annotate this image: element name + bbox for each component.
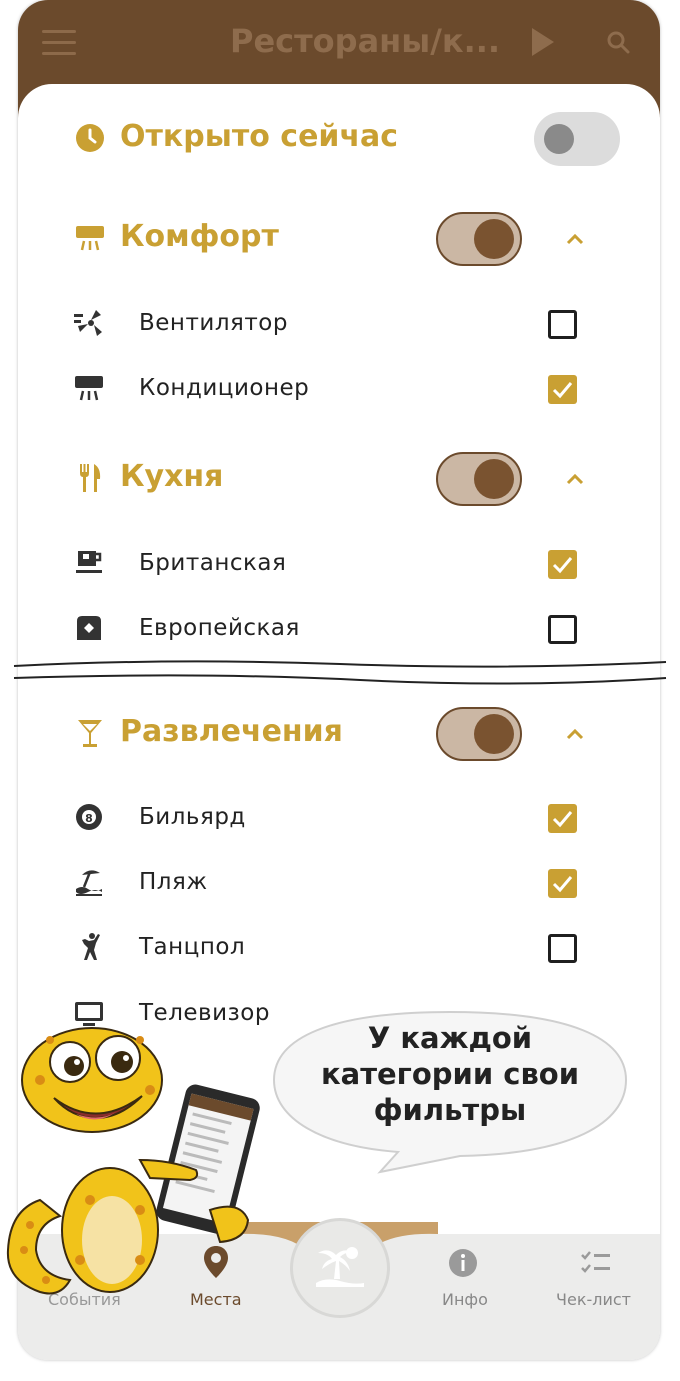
filter-item[interactable]: Кондиционер — [18, 371, 660, 411]
fan-icon — [74, 308, 104, 338]
item-label: Бильярд — [139, 804, 246, 830]
section-entertainment-label: Развлечения — [120, 714, 343, 749]
beach-icon — [74, 867, 104, 897]
search-icon[interactable] — [606, 30, 630, 54]
cocktail-icon — [74, 717, 106, 749]
info-icon[interactable] — [448, 1248, 478, 1278]
open-now-label: Открыто сейчас — [120, 119, 399, 154]
menu-icon[interactable] — [42, 30, 76, 56]
filter-item[interactable]: 8 Бильярд — [18, 800, 660, 840]
item-label: Танцпол — [139, 934, 246, 960]
filter-item[interactable]: Европейская — [18, 611, 660, 651]
checklist-icon[interactable] — [580, 1250, 612, 1276]
callout-text: У каждой категории свои фильтры — [300, 1020, 600, 1128]
callout-line: категории свои — [320, 1057, 580, 1091]
checkbox-unchecked[interactable] — [548, 934, 577, 963]
chevron-up-icon[interactable] — [564, 723, 586, 745]
item-label: Европейская — [139, 615, 300, 641]
torn-edge-divider — [13, 660, 667, 685]
open-now-toggle[interactable] — [534, 112, 620, 166]
checkbox-checked[interactable] — [548, 375, 577, 404]
callout-line: У каждой — [367, 1021, 533, 1055]
checkbox-unchecked[interactable] — [548, 615, 577, 644]
filter-item[interactable]: Танцпол — [18, 930, 660, 970]
air-conditioner-icon — [74, 222, 106, 254]
checkbox-checked[interactable] — [548, 804, 577, 833]
dancer-icon — [74, 932, 104, 962]
section-entertainment-toggle[interactable] — [436, 707, 522, 761]
open-now-row: Открыто сейчас — [18, 112, 660, 166]
gecko-mascot-illustration — [6, 1027, 260, 1295]
air-conditioner-icon — [74, 373, 104, 403]
palm-island-icon — [316, 1247, 364, 1287]
home-fab[interactable] — [290, 1218, 390, 1318]
checkbox-unchecked[interactable] — [548, 310, 577, 339]
nav-checklist[interactable]: Чек-лист — [556, 1290, 631, 1309]
billiard-ball-icon: 8 — [74, 802, 104, 832]
section-comfort-toggle[interactable] — [436, 212, 522, 266]
svg-text:8: 8 — [85, 812, 93, 825]
tea-cup-icon — [74, 548, 104, 578]
section-cuisine-label: Кухня — [120, 459, 224, 494]
item-label: Британская — [139, 550, 287, 576]
callout-line: фильтры — [373, 1093, 527, 1127]
chevron-up-icon[interactable] — [564, 228, 586, 250]
clock-icon — [74, 122, 106, 154]
page-title: Рестораны/к... — [230, 22, 501, 60]
section-cuisine[interactable]: Кухня — [18, 452, 660, 506]
chevron-up-icon[interactable] — [564, 468, 586, 490]
checkbox-checked[interactable] — [548, 869, 577, 898]
filter-item[interactable]: Пляж — [18, 865, 660, 905]
section-entertainment[interactable]: Развлечения — [18, 707, 660, 761]
play-icon[interactable] — [532, 28, 554, 56]
cuisine-icon — [74, 613, 104, 643]
fork-knife-icon — [74, 462, 106, 494]
filter-item[interactable]: Британская — [18, 546, 660, 586]
section-comfort-label: Комфорт — [120, 219, 279, 254]
nav-info[interactable]: Инфо — [442, 1290, 488, 1309]
item-label: Кондиционер — [139, 375, 310, 401]
filter-item[interactable]: Вентилятор — [18, 306, 660, 346]
item-label: Вентилятор — [139, 310, 288, 336]
section-cuisine-toggle[interactable] — [436, 452, 522, 506]
section-comfort[interactable]: Комфорт — [18, 212, 660, 266]
item-label: Пляж — [139, 869, 208, 895]
checkbox-checked[interactable] — [548, 550, 577, 579]
